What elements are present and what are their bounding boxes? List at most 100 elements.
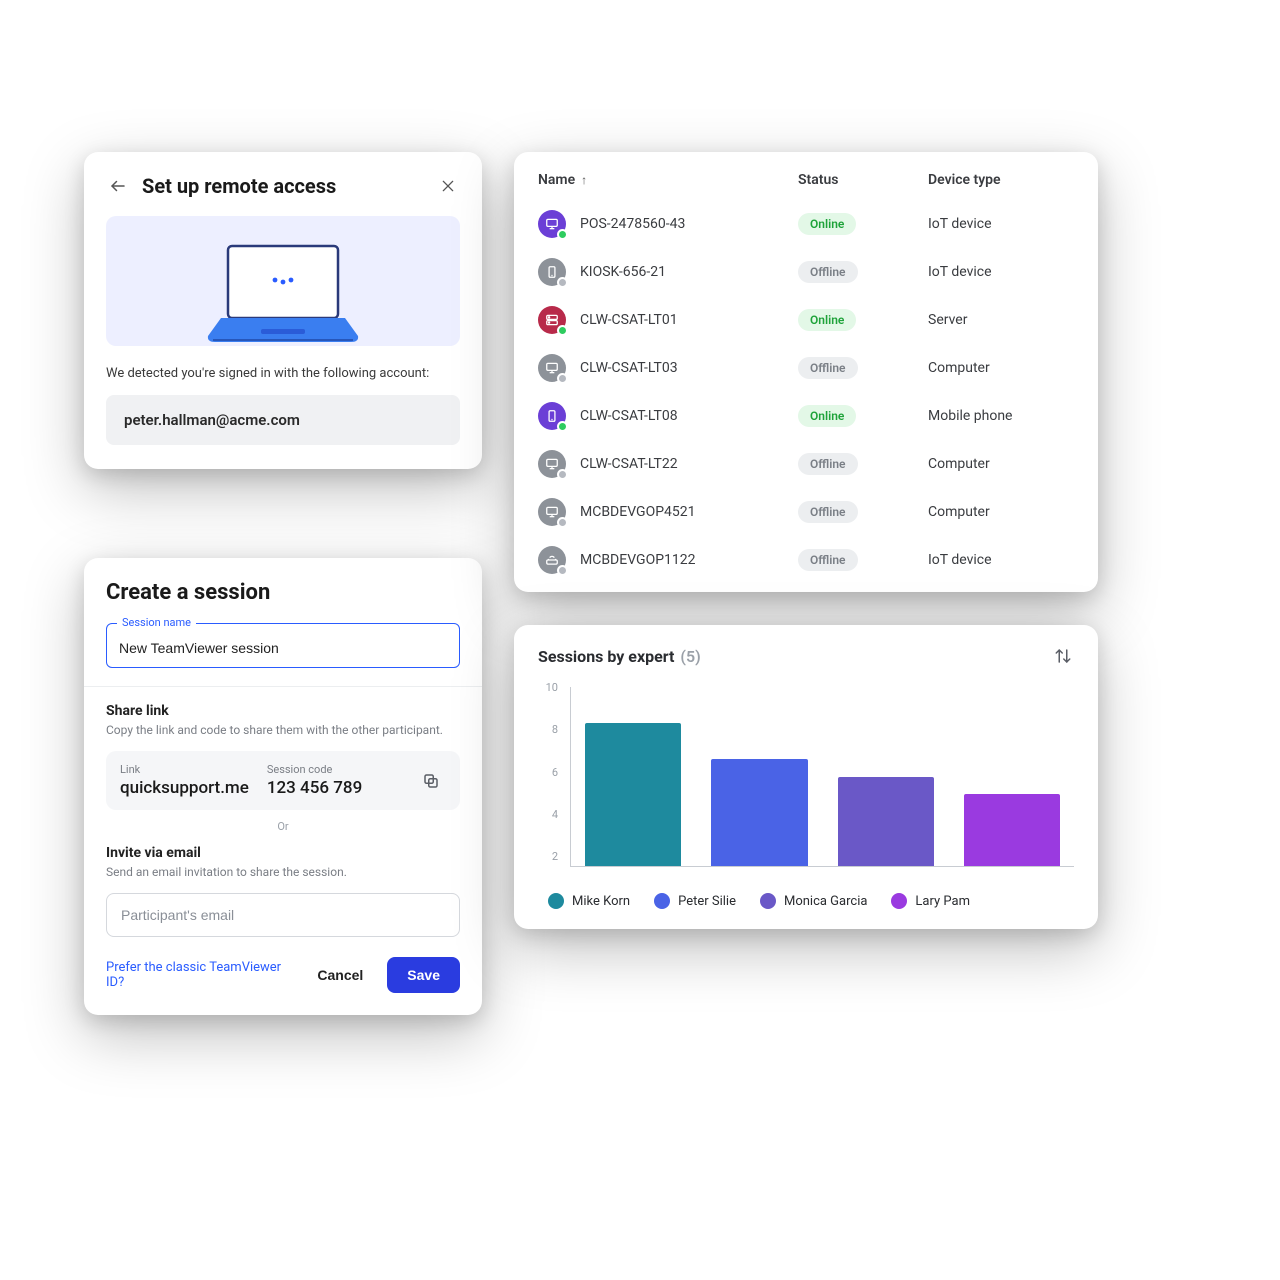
status-dot [557,469,568,480]
chart-bar [711,759,807,866]
device-name: CLW-CSAT-LT22 [580,456,798,472]
device-status: Online [798,405,928,427]
y-tick: 2 [538,850,558,863]
share-link-heading: Share link [106,703,460,719]
status-dot [557,277,568,288]
device-name: CLW-CSAT-LT03 [580,360,798,376]
back-icon[interactable] [106,174,130,198]
status-dot [557,421,568,432]
copy-icon[interactable] [416,766,446,796]
device-name: POS-2478560-43 [580,216,798,232]
account-email: peter.hallman@acme.com [106,395,460,445]
device-status: Offline [798,453,928,475]
participant-email-input[interactable] [106,893,460,937]
chart-area: 10 8 6 4 2 [538,681,1074,881]
device-type: IoT device [928,264,1074,280]
setup-title: Set up remote access [142,174,424,198]
table-row[interactable]: MCBDEVGOP1122OfflineIoT device [538,536,1074,584]
table-header: Name ↑ Status Device type [538,172,1074,188]
table-row[interactable]: CLW-CSAT-LT22OfflineComputer [538,440,1074,488]
save-button[interactable]: Save [387,957,460,993]
table-row[interactable]: KIOSK-656-21OfflineIoT device [538,248,1074,296]
device-name: CLW-CSAT-LT01 [580,312,798,328]
legend-label: Peter Silie [678,894,736,909]
classic-id-link[interactable]: Prefer the classic TeamViewer ID? [106,960,293,990]
sort-asc-icon: ↑ [581,173,587,187]
device-icon [538,306,566,334]
chart-legend: Mike Korn Peter Silie Monica Garcia Lary Pa… [538,893,1074,909]
device-status: Online [798,309,928,331]
device-name: CLW-CSAT-LT08 [580,408,798,424]
chart-plot [570,687,1074,867]
chart-count: (5) [680,647,700,666]
legend-item: Lary Pam [891,893,970,909]
session-name-field[interactable]: Session name [106,623,460,668]
column-device-type[interactable]: Device type [928,172,1074,188]
share-link-box: Link quicksupport.me Session code 123 45… [106,751,460,810]
status-dot [557,229,568,240]
status-dot [557,565,568,576]
device-table-card: Name ↑ Status Device type POS-2478560-43… [514,152,1098,592]
device-name: MCBDEVGOP4521 [580,504,798,520]
device-icon [538,354,566,382]
table-row[interactable]: POS-2478560-43OnlineIoT device [538,200,1074,248]
column-name[interactable]: Name ↑ [538,172,798,188]
status-dot [557,325,568,336]
device-status: Offline [798,261,928,283]
device-status: Offline [798,357,928,379]
device-status: Online [798,213,928,235]
legend-swatch [760,893,776,909]
legend-swatch [891,893,907,909]
device-status: Offline [798,549,928,571]
laptop-illustration [106,216,460,346]
cancel-button[interactable]: Cancel [303,957,377,993]
device-icon [538,498,566,526]
table-row[interactable]: CLW-CSAT-LT01OnlineServer [538,296,1074,344]
table-row[interactable]: CLW-CSAT-LT03OfflineComputer [538,344,1074,392]
legend-swatch [654,893,670,909]
device-type: Computer [928,360,1074,376]
device-type: Computer [928,456,1074,472]
column-status[interactable]: Status [798,172,928,188]
device-type: IoT device [928,216,1074,232]
y-tick: 6 [538,766,558,779]
legend-item: Monica Garcia [760,893,867,909]
invite-email-desc: Send an email invitation to share the se… [106,865,460,879]
table-row[interactable]: MCBDEVGOP4521OfflineComputer [538,488,1074,536]
create-session-title: Create a session [106,580,460,605]
chart-bar [838,777,934,867]
col-name-label: Name [538,172,575,188]
device-type: Computer [928,504,1074,520]
device-icon [538,258,566,286]
legend-label: Lary Pam [915,894,970,909]
table-row[interactable]: CLW-CSAT-LT08OnlineMobile phone [538,392,1074,440]
status-dot [557,373,568,384]
session-name-input[interactable] [119,640,447,656]
setup-remote-access-card: Set up remote access We detected you're … [84,152,482,469]
divider [84,686,482,687]
code-value: 123 456 789 [267,778,362,798]
close-icon[interactable] [436,174,460,198]
session-name-label: Session name [117,616,196,629]
link-label: Link [120,763,249,776]
device-type: Server [928,312,1074,328]
device-type: IoT device [928,552,1074,568]
sessions-chart-card: Sessions by expert (5) 108642 Mike KornP… [514,625,1098,929]
legend-item: Peter Silie [654,893,736,909]
device-icon [538,546,566,574]
y-tick: 8 [538,723,558,736]
legend-label: Monica Garcia [784,894,867,909]
detected-text: We detected you're signed in with the fo… [106,366,460,381]
chart-bar [964,794,1060,866]
sort-icon[interactable] [1052,645,1074,667]
invite-email-heading: Invite via email [106,845,460,861]
device-icon [538,450,566,478]
y-tick: 4 [538,808,558,821]
share-link-desc: Copy the link and code to share them wit… [106,723,460,737]
device-icon [538,210,566,238]
code-label: Session code [267,763,362,776]
legend-label: Mike Korn [572,894,630,909]
y-tick: 10 [538,681,558,694]
create-session-card: Create a session Session name Share link… [84,558,482,1015]
link-value: quicksupport.me [120,778,249,798]
